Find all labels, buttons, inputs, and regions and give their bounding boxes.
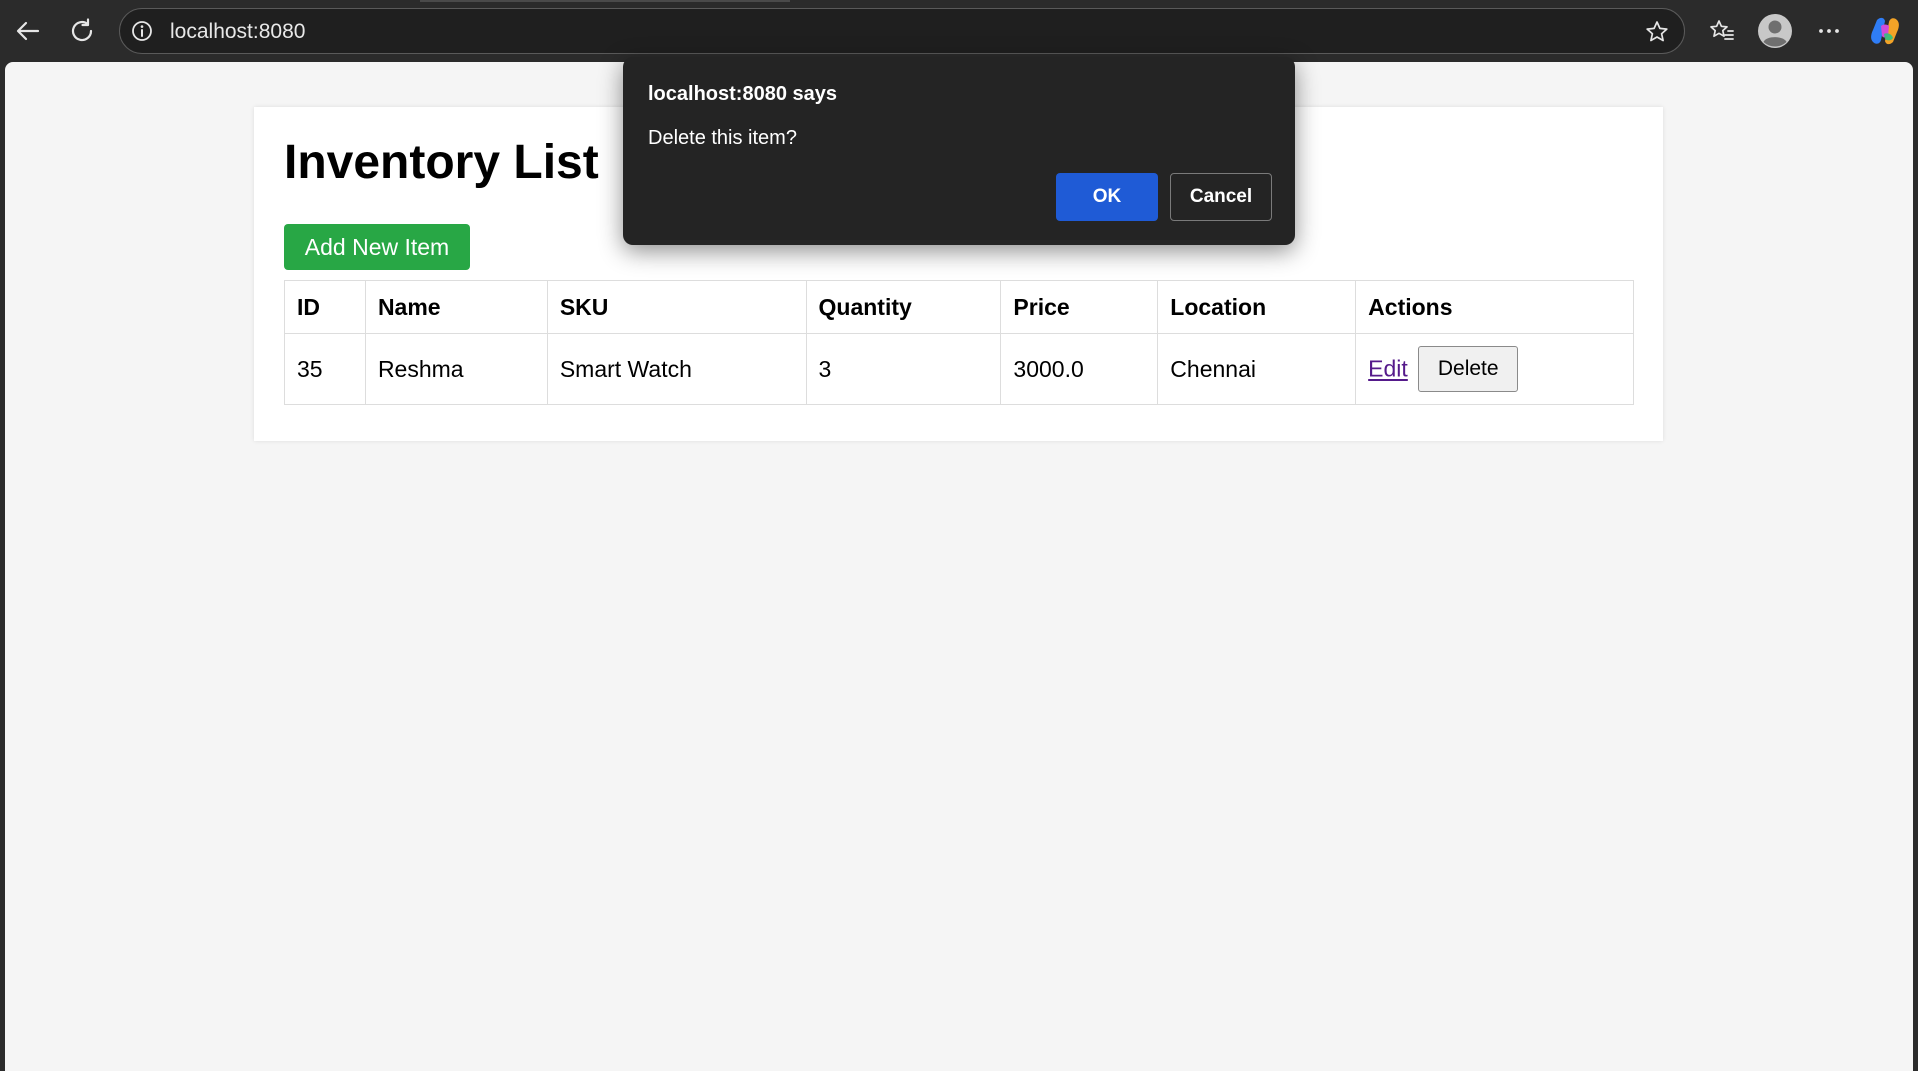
cell-quantity: 3 bbox=[805, 333, 1002, 405]
column-header-actions: Actions bbox=[1355, 280, 1634, 334]
reload-icon[interactable] bbox=[63, 12, 101, 50]
address-bar[interactable]: localhost:8080 bbox=[119, 8, 1685, 54]
column-header-sku: SKU bbox=[546, 280, 807, 334]
cell-price: 3000.0 bbox=[1000, 333, 1159, 405]
column-header-location: Location bbox=[1157, 280, 1357, 334]
profile-avatar-icon[interactable] bbox=[1757, 13, 1793, 49]
cell-name: Reshma bbox=[364, 333, 548, 405]
active-tab-indicator bbox=[420, 0, 790, 2]
column-header-price: Price bbox=[1000, 280, 1159, 334]
cell-actions: Edit Delete bbox=[1355, 333, 1634, 405]
confirm-dialog: localhost:8080 says Delete this item? OK… bbox=[623, 57, 1295, 245]
edit-link[interactable]: Edit bbox=[1368, 356, 1408, 382]
dialog-ok-button[interactable]: OK bbox=[1056, 173, 1158, 221]
info-icon[interactable] bbox=[131, 20, 153, 42]
cell-sku: Smart Watch bbox=[546, 333, 807, 405]
back-arrow-icon[interactable] bbox=[9, 12, 47, 50]
dialog-cancel-button[interactable]: Cancel bbox=[1170, 173, 1272, 221]
star-icon[interactable] bbox=[1644, 19, 1670, 45]
dialog-title: localhost:8080 says bbox=[648, 83, 837, 105]
add-new-item-button[interactable]: Add New Item bbox=[284, 224, 470, 270]
column-header-quantity: Quantity bbox=[805, 280, 1002, 334]
table-header-row: ID Name SKU Quantity Price Location Acti… bbox=[284, 280, 1634, 334]
copilot-icon[interactable] bbox=[1867, 13, 1903, 49]
more-menu-icon[interactable] bbox=[1811, 13, 1847, 49]
dialog-message: Delete this item? bbox=[648, 127, 797, 149]
inventory-table: ID Name SKU Quantity Price Location Acti… bbox=[284, 280, 1634, 405]
column-header-name: Name bbox=[364, 280, 548, 334]
table-row: 35 Reshma Smart Watch 3 3000.0 Chennai E… bbox=[284, 333, 1634, 405]
browser-toolbar: localhost:8080 bbox=[0, 0, 1918, 62]
favorites-icon[interactable] bbox=[1704, 13, 1740, 49]
column-header-id: ID bbox=[284, 280, 366, 334]
url-text[interactable]: localhost:8080 bbox=[170, 20, 305, 44]
page-title: Inventory List bbox=[284, 136, 599, 189]
cell-id: 35 bbox=[284, 333, 366, 405]
cell-location: Chennai bbox=[1157, 333, 1357, 405]
delete-button[interactable]: Delete bbox=[1418, 346, 1519, 392]
